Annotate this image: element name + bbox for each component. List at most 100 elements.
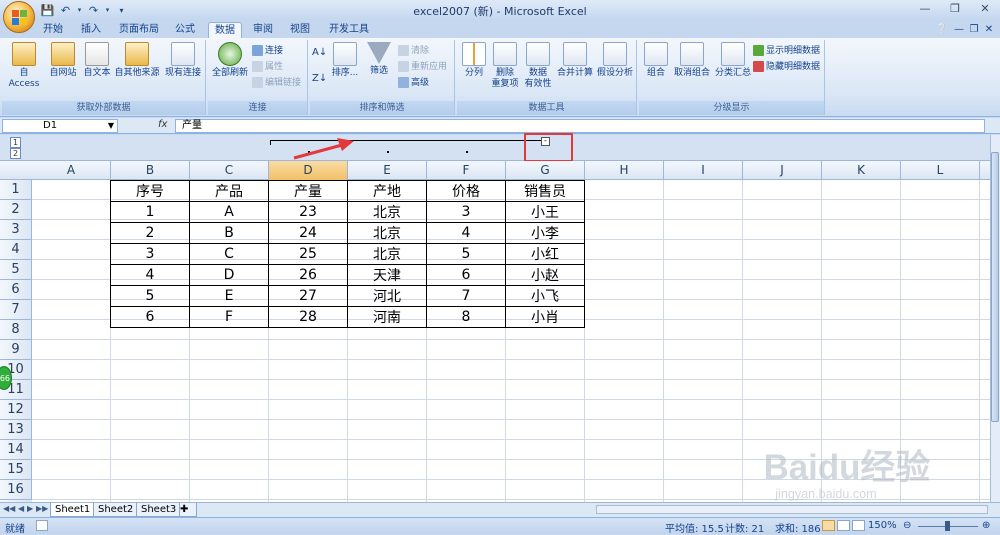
- table-cell[interactable]: 24: [268, 222, 348, 244]
- normal-view-icon[interactable]: [822, 520, 835, 531]
- tab-view[interactable]: 视图: [285, 22, 315, 38]
- last-sheet-icon[interactable]: ▶▶: [36, 504, 48, 513]
- subtotal-button[interactable]: 分类汇总: [713, 42, 753, 79]
- from-web-button[interactable]: 自网站: [46, 42, 80, 79]
- page-break-view-icon[interactable]: [852, 520, 865, 531]
- row-header[interactable]: 15: [0, 460, 32, 480]
- consolidate-button[interactable]: 合并计算: [555, 42, 595, 79]
- table-cell[interactable]: 小飞: [505, 285, 585, 307]
- from-other-sources-button[interactable]: 自其他来源: [114, 42, 160, 79]
- table-cell[interactable]: 小王: [505, 201, 585, 223]
- table-cell[interactable]: 2: [110, 222, 190, 244]
- table-cell[interactable]: 3: [426, 201, 506, 223]
- row-header[interactable]: 13: [0, 420, 32, 440]
- column-header[interactable]: I: [664, 161, 743, 180]
- table-cell[interactable]: 7: [426, 285, 506, 307]
- tab-developer[interactable]: 开发工具: [324, 22, 374, 38]
- text-to-columns-button[interactable]: 分列: [459, 42, 489, 79]
- row-header[interactable]: 4: [0, 240, 32, 260]
- table-cell[interactable]: 28: [268, 306, 348, 328]
- sort-button[interactable]: 排序...: [330, 42, 360, 79]
- table-cell[interactable]: C: [189, 243, 269, 265]
- table-cell[interactable]: 天津: [347, 264, 427, 286]
- column-header[interactable]: F: [427, 161, 506, 180]
- worksheet-grid[interactable]: 序号 产品 产量 产地 价格 销售员 1 A 23 北京 3 小王 2 B 24 北京 4 小李 3…: [32, 180, 990, 502]
- row-header[interactable]: 12: [0, 400, 32, 420]
- table-cell[interactable]: 产量: [268, 180, 348, 202]
- table-cell[interactable]: 小赵: [505, 264, 585, 286]
- row-header[interactable]: 1: [0, 180, 32, 200]
- table-cell[interactable]: 4: [426, 222, 506, 244]
- sort-descending-button[interactable]: Z↓: [312, 72, 327, 86]
- table-cell[interactable]: B: [189, 222, 269, 244]
- row-header[interactable]: 6: [0, 280, 32, 300]
- horizontal-scrollbar[interactable]: [596, 505, 988, 514]
- table-cell[interactable]: 6: [426, 264, 506, 286]
- vertical-scroll-thumb[interactable]: [991, 152, 999, 422]
- close-button[interactable]: ✕: [970, 0, 1000, 18]
- workbook-close-icon[interactable]: ✕: [982, 22, 996, 38]
- table-cell[interactable]: 序号: [110, 180, 190, 202]
- column-header[interactable]: G: [506, 161, 585, 180]
- connections-button[interactable]: 连接: [252, 44, 283, 58]
- table-cell[interactable]: 26: [268, 264, 348, 286]
- first-sheet-icon[interactable]: ◀◀: [3, 504, 15, 513]
- advanced-filter-button[interactable]: 高级: [398, 76, 429, 90]
- row-header[interactable]: 9: [0, 340, 32, 360]
- reapply-button[interactable]: 重新应用: [398, 60, 447, 74]
- from-access-button[interactable]: 自 Access: [4, 42, 44, 90]
- table-cell[interactable]: 销售员: [505, 180, 585, 202]
- table-cell[interactable]: 1: [110, 201, 190, 223]
- tab-page-layout[interactable]: 页面布局: [114, 22, 164, 38]
- tab-home[interactable]: 开始: [38, 22, 68, 38]
- zoom-out-icon[interactable]: ⊖: [903, 520, 911, 531]
- insert-function-icon[interactable]: fx: [158, 119, 167, 130]
- from-text-button[interactable]: 自文本: [80, 42, 114, 79]
- what-if-analysis-button[interactable]: 假设分析: [595, 42, 635, 79]
- table-cell[interactable]: E: [189, 285, 269, 307]
- prev-sheet-icon[interactable]: ◀: [18, 504, 24, 513]
- ungroup-button[interactable]: 取消组合: [671, 42, 713, 79]
- row-header[interactable]: 14: [0, 440, 32, 460]
- column-header[interactable]: E: [348, 161, 427, 180]
- macro-record-icon[interactable]: [36, 520, 48, 531]
- table-cell[interactable]: 产品: [189, 180, 269, 202]
- row-header[interactable]: 2: [0, 200, 32, 220]
- next-sheet-icon[interactable]: ▶: [27, 504, 33, 513]
- minimize-button[interactable]: —: [910, 0, 940, 18]
- tab-insert[interactable]: 插入: [76, 22, 106, 38]
- tab-data[interactable]: 数据: [208, 22, 242, 38]
- group-button[interactable]: 组合: [641, 42, 671, 79]
- data-validation-button[interactable]: 数据 有效性: [521, 42, 555, 90]
- edit-links-button[interactable]: 编辑链接: [252, 76, 301, 90]
- existing-connections-button[interactable]: 现有连接: [162, 42, 204, 79]
- column-header[interactable]: H: [585, 161, 664, 180]
- properties-button[interactable]: 属性: [252, 60, 283, 74]
- ribbon-restore-icon[interactable]: ❐: [967, 22, 981, 38]
- table-cell[interactable]: 6: [110, 306, 190, 328]
- table-cell[interactable]: 5: [110, 285, 190, 307]
- table-cell[interactable]: 25: [268, 243, 348, 265]
- table-cell[interactable]: 小李: [505, 222, 585, 244]
- clear-filter-button[interactable]: 清除: [398, 44, 429, 58]
- restore-button[interactable]: ❐: [940, 0, 970, 18]
- row-header[interactable]: 16: [0, 480, 32, 500]
- column-header[interactable]: B: [111, 161, 190, 180]
- column-header[interactable]: K: [822, 161, 901, 180]
- show-detail-button[interactable]: 显示明细数据: [753, 44, 820, 58]
- hide-detail-button[interactable]: 隐藏明细数据: [753, 60, 820, 74]
- sort-ascending-button[interactable]: A↓: [312, 46, 327, 60]
- page-layout-view-icon[interactable]: [837, 520, 850, 531]
- refresh-all-button[interactable]: 全部刷新: [210, 42, 250, 79]
- table-cell[interactable]: D: [189, 264, 269, 286]
- table-cell[interactable]: 小红: [505, 243, 585, 265]
- row-header[interactable]: 7: [0, 300, 32, 320]
- table-cell[interactable]: 8: [426, 306, 506, 328]
- sheet-tab[interactable]: Sheet1: [50, 503, 96, 517]
- row-header[interactable]: 5: [0, 260, 32, 280]
- table-cell[interactable]: 河北: [347, 285, 427, 307]
- zoom-level[interactable]: 150%: [868, 520, 897, 531]
- zoom-in-icon[interactable]: ⊕: [982, 520, 990, 531]
- column-header-selected[interactable]: D: [269, 161, 348, 180]
- table-cell[interactable]: 4: [110, 264, 190, 286]
